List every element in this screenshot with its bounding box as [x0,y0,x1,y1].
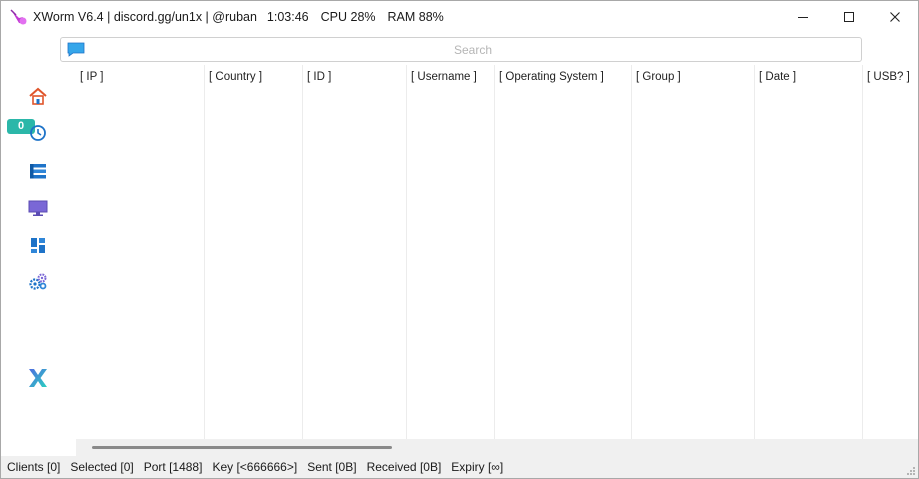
search-bar[interactable] [60,37,862,62]
column-ip[interactable]: [ IP ] [76,65,204,439]
status-clients: Clients [0] [7,460,61,474]
column-usb[interactable]: [ USB? ] [862,65,918,439]
title-bar[interactable]: XWorm V6.4 | discord.gg/un1x | @ruban 1:… [1,1,918,33]
search-input[interactable] [91,40,855,60]
column-header[interactable]: [ Group ] [636,71,681,83]
home-icon[interactable] [28,86,48,106]
chat-bubble-icon [67,42,85,57]
gears-icon[interactable] [28,272,48,292]
worm-logo-icon [10,9,27,25]
window-title: XWorm V6.4 | discord.gg/un1x | @ruban 1:… [33,10,456,24]
app-window: XWorm V6.4 | discord.gg/un1x | @ruban 1:… [0,0,919,479]
list-stack-icon[interactable] [28,161,48,181]
x-logo-icon[interactable] [27,367,49,389]
column-header[interactable]: [ Operating System ] [499,71,604,83]
app-name: XWorm V6.4 | discord.gg/un1x | @ruban [33,10,257,24]
clock-history-icon[interactable] [28,123,48,143]
status-expiry: Expiry [∞] [451,460,504,474]
maximize-icon [844,12,854,22]
column-date[interactable]: [ Date ] [754,65,863,439]
status-received: Received [0B] [366,460,442,474]
column-header[interactable]: [ Country ] [209,71,262,83]
dashboard-icon[interactable] [28,235,48,255]
column-group[interactable]: [ Group ] [631,65,755,439]
status-bar: Clients [0] Selected [0] Port [1488] Key… [1,456,918,478]
minimize-icon [798,17,808,18]
column-header[interactable]: [ IP ] [80,71,103,83]
uptime-label: 1:03:46 [266,10,309,24]
close-button[interactable] [872,1,918,33]
status-sent: Sent [0B] [307,460,357,474]
column-header[interactable]: [ USB? ] [867,71,910,83]
ram-label: RAM 88% [387,10,444,24]
resize-grip-icon[interactable] [906,466,916,476]
column-header[interactable]: [ ID ] [307,71,331,83]
close-icon [890,12,900,22]
column-header[interactable]: [ Username ] [411,71,477,83]
clients-table[interactable]: [ IP ] [ Country ] [ ID ] [ Username ] [… [76,65,918,439]
maximize-button[interactable] [826,1,872,33]
column-operating-system[interactable]: [ Operating System ] [494,65,632,439]
minimize-button[interactable] [780,1,826,33]
column-id[interactable]: [ ID ] [302,65,407,439]
status-key: Key [<666666>] [212,460,298,474]
monitor-icon[interactable] [28,198,48,218]
scrollbar-thumb[interactable] [92,446,392,449]
status-port: Port [1488] [143,460,203,474]
column-username[interactable]: [ Username ] [406,65,495,439]
status-selected: Selected [0] [70,460,134,474]
cpu-label: CPU 28% [320,10,376,24]
column-header[interactable]: [ Date ] [759,71,796,83]
horizontal-scrollbar[interactable] [76,439,918,456]
column-country[interactable]: [ Country ] [204,65,303,439]
